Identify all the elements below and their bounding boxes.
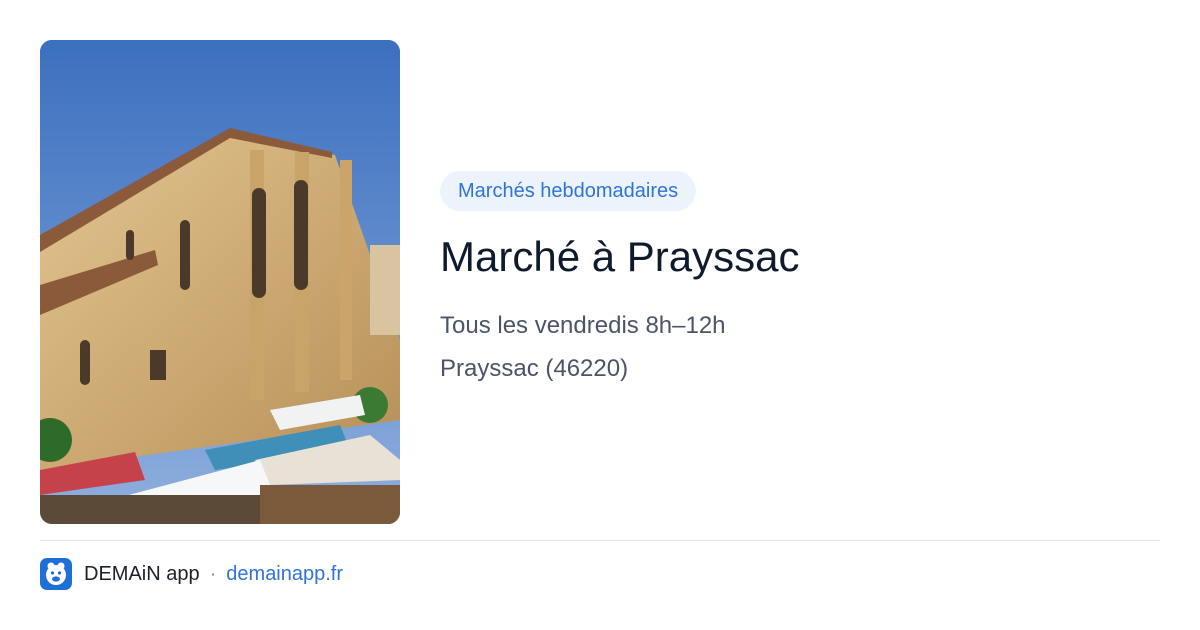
footer-divider [40, 540, 1160, 541]
market-location: Prayssac (46220) [440, 355, 629, 382]
footer-separator: · [209, 562, 217, 585]
category-tag[interactable]: Marchés hebdomadaires [440, 171, 697, 211]
market-info: Marchés hebdomadaires Marché à Prayssac … [440, 171, 1140, 384]
demain-logo-icon [40, 558, 72, 590]
market-schedule: Tous les vendredis 8h–12h [440, 312, 726, 339]
church-market-illustration [40, 40, 400, 524]
site-link[interactable]: demainapp.fr [226, 563, 343, 586]
footer: DEMAiN app · demainapp.fr [40, 558, 343, 590]
market-photo [40, 40, 400, 524]
market-title: Marché à Prayssac [440, 233, 800, 280]
app-name: DEMAiN app [84, 562, 200, 585]
